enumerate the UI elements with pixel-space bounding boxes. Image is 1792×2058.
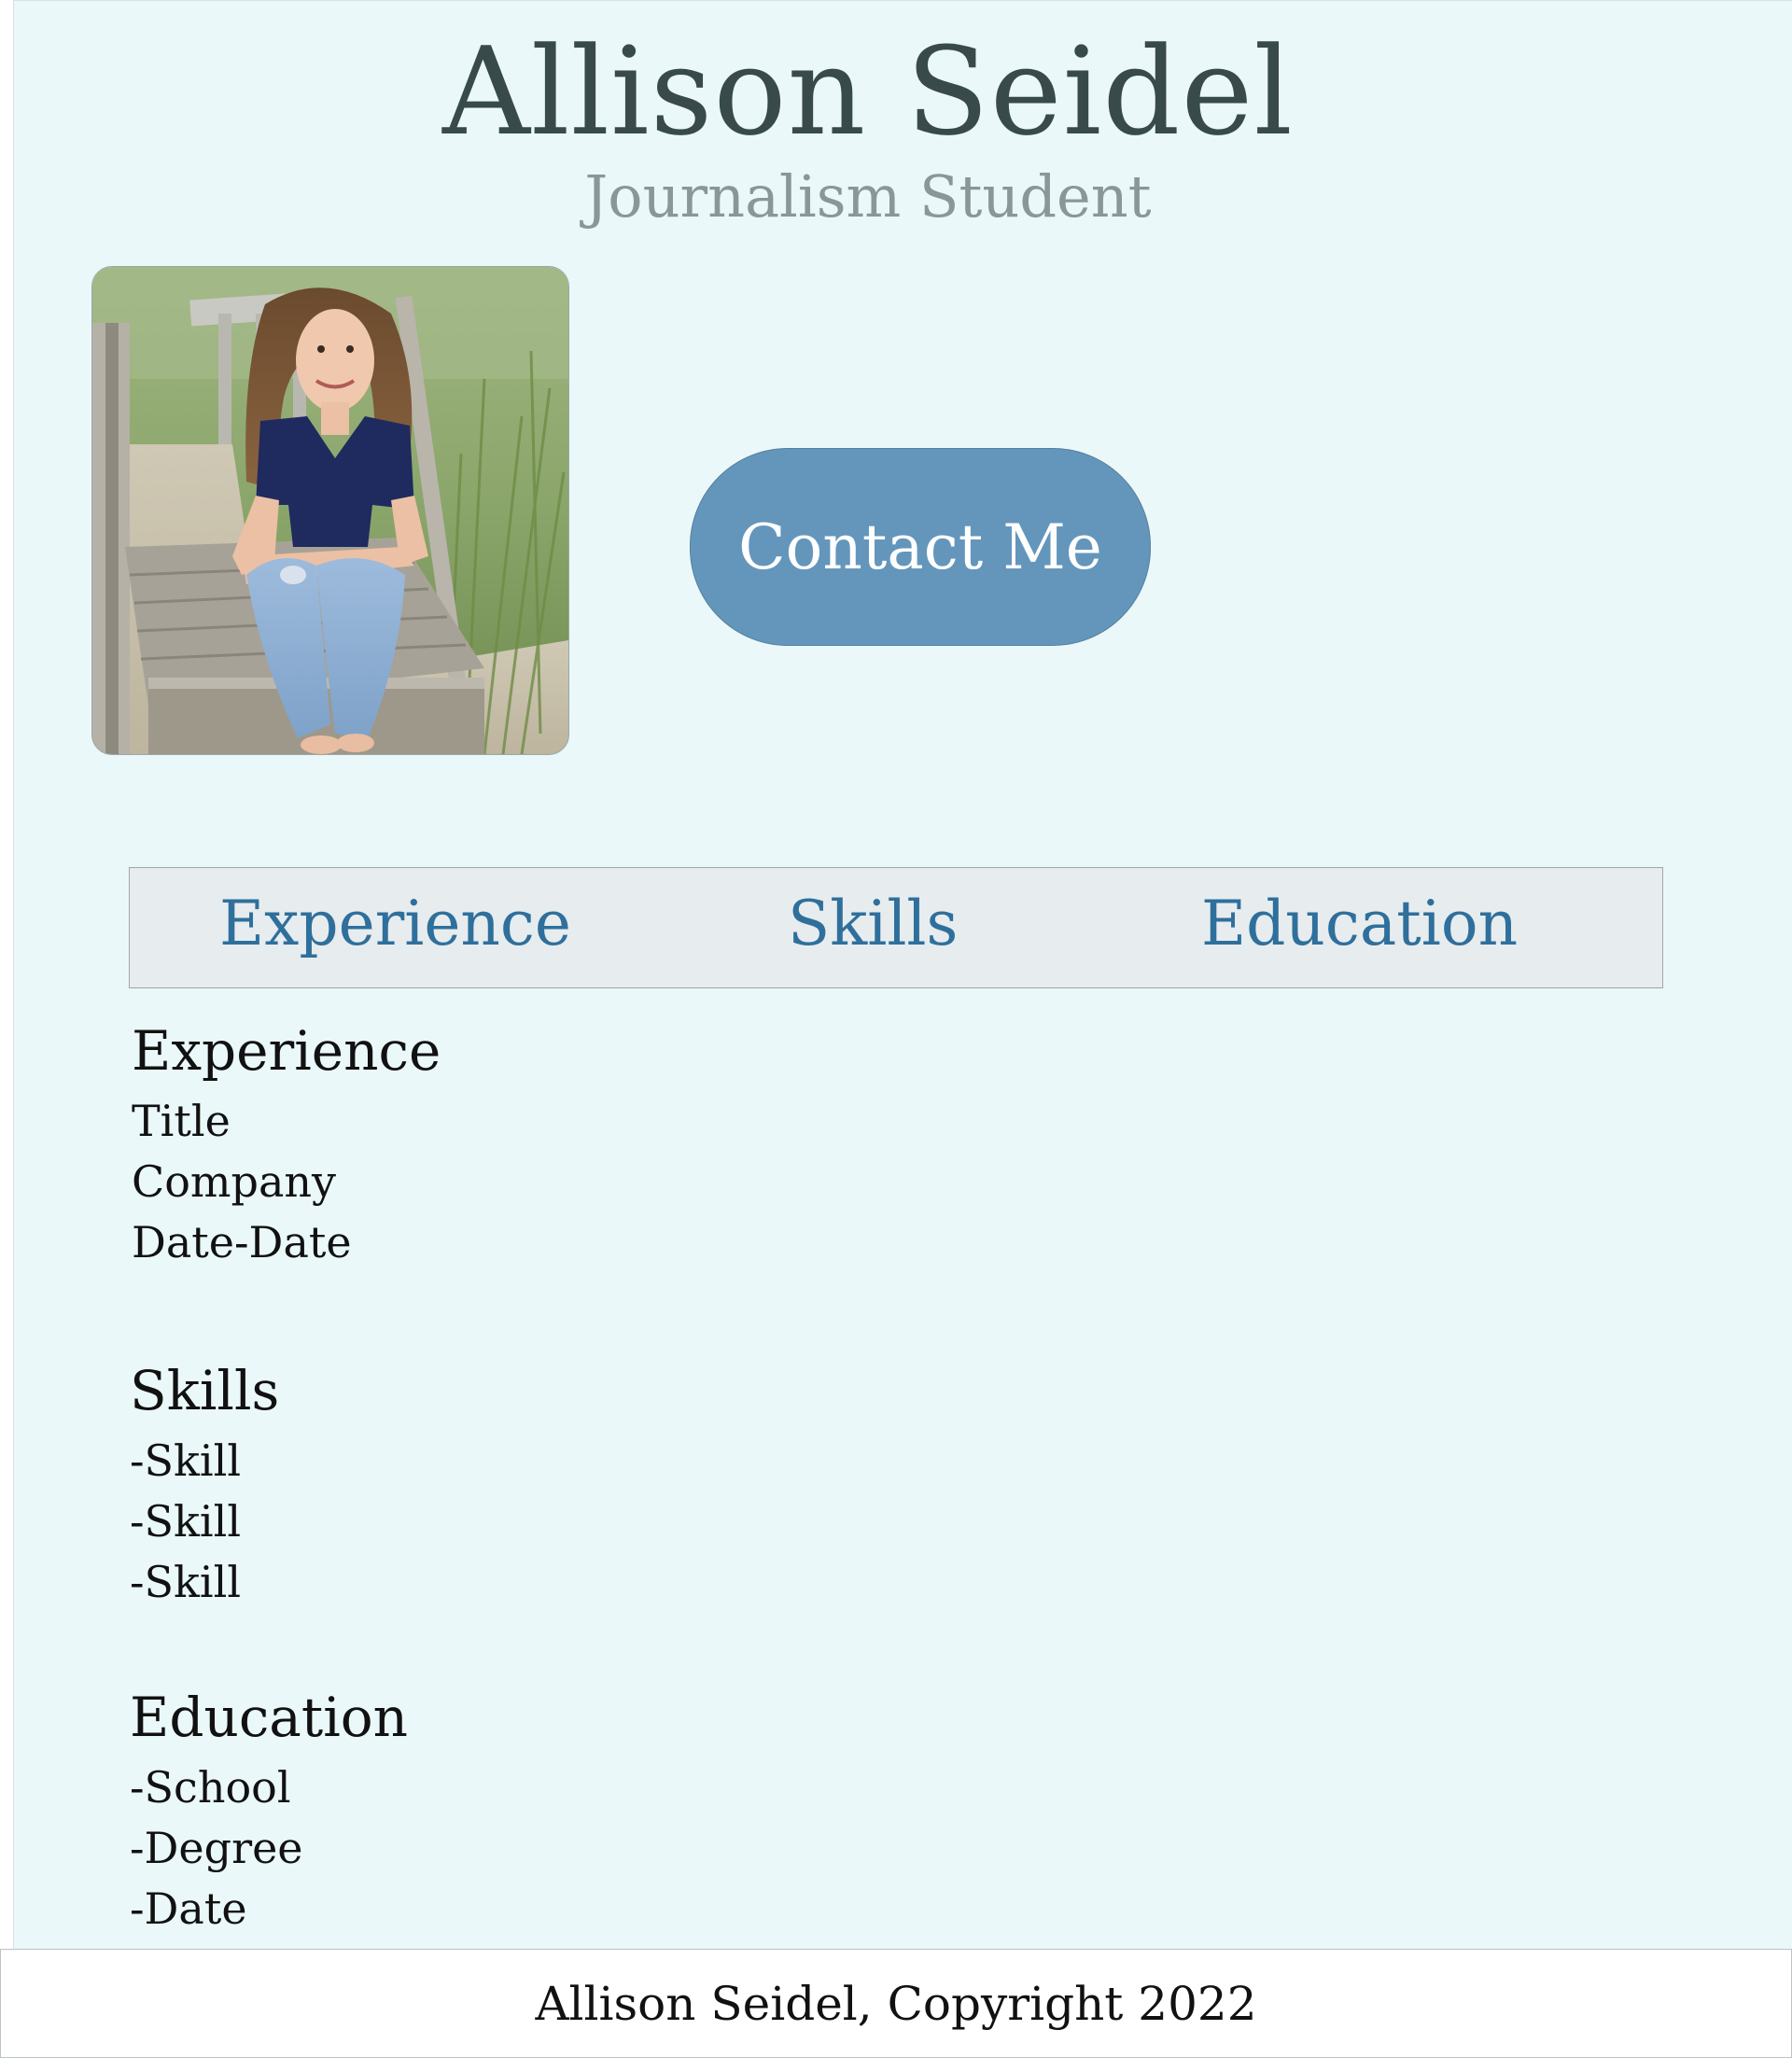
experience-section: Experience Title Company Date-Date — [132, 1020, 441, 1273]
nav-link-skills[interactable]: Skills — [788, 887, 958, 961]
page-subtitle: Journalism Student — [584, 162, 1152, 231]
education-section: Education -School -Degree -Date — [130, 1687, 408, 1939]
page-title: Allison Seidel — [442, 21, 1294, 162]
nav-link-education[interactable]: Education — [1201, 887, 1518, 961]
section-nav: Experience Skills Education — [129, 867, 1663, 988]
contact-me-button[interactable]: Contact Me — [690, 448, 1151, 646]
education-date: -Date — [130, 1883, 247, 1934]
skill-item: -Skill — [130, 1435, 242, 1486]
experience-dates: Date-Date — [132, 1217, 352, 1267]
skill-item: -Skill — [130, 1557, 242, 1607]
nav-link-experience[interactable]: Experience — [219, 887, 571, 961]
experience-title: Title — [132, 1096, 231, 1146]
experience-heading: Experience — [132, 1019, 441, 1083]
page-margin — [0, 0, 13, 2058]
profile-photo-graphic — [92, 267, 568, 754]
skills-heading: Skills — [130, 1359, 280, 1422]
profile-photo — [91, 266, 569, 755]
education-heading: Education — [130, 1686, 409, 1749]
education-degree: -Degree — [130, 1823, 303, 1873]
skill-item: -Skill — [130, 1496, 242, 1547]
experience-company: Company — [132, 1156, 336, 1207]
resume-page: Allison Seidel Journalism Student Contac… — [13, 0, 1792, 1950]
page-footer: Allison Seidel, Copyright 2022 — [0, 1949, 1792, 2058]
skills-section: Skills -Skill -Skill -Skill — [130, 1360, 279, 1613]
education-school: -School — [130, 1762, 291, 1813]
